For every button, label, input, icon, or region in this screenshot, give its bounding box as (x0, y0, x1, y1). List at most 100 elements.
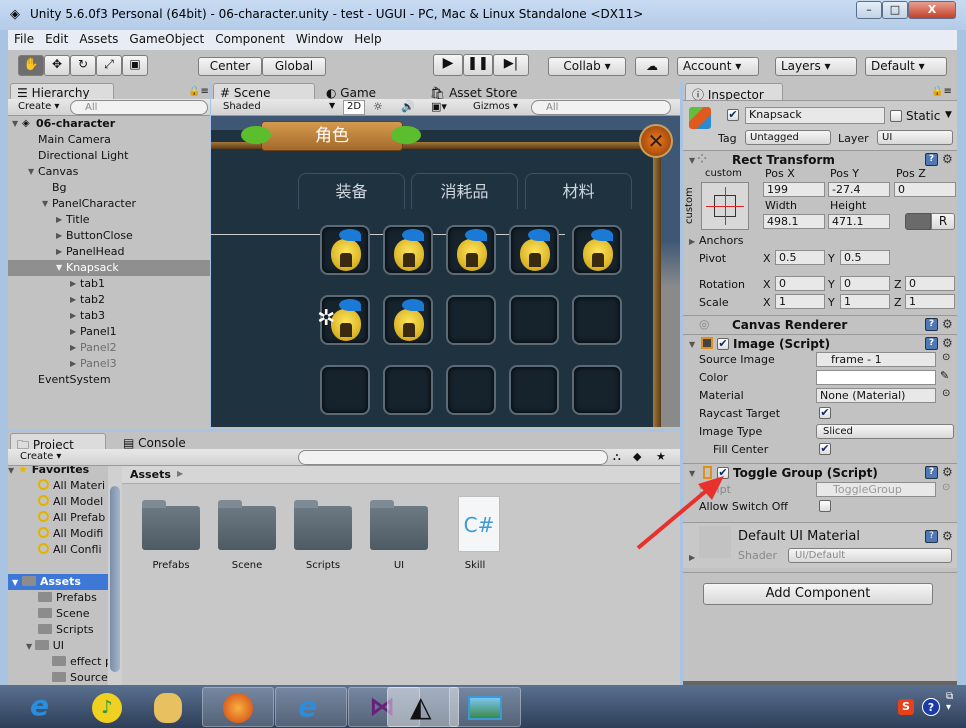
help-icon[interactable]: ? (925, 466, 938, 479)
help-tray-icon[interactable]: ? (922, 698, 940, 716)
breadcrumb-assets[interactable]: Assets (130, 468, 171, 481)
favorite-item[interactable]: All Model (8, 494, 108, 510)
source-image-field[interactable]: frame - 1 (816, 352, 936, 367)
hierarchy-item[interactable]: ▶ PanelHead (8, 244, 210, 260)
object-picker-icon[interactable]: ⊙ (942, 352, 950, 363)
tree-scrollbar[interactable] (108, 466, 122, 685)
allow-switch-off-checkbox[interactable] (819, 500, 831, 512)
scale-y-input[interactable]: 1 (840, 294, 890, 309)
internet-explorer-icon[interactable]: e (275, 687, 347, 727)
hierarchy-item[interactable]: ▶ Panel1 (8, 324, 210, 340)
lock-icon[interactable]: 🔒≡ (188, 86, 209, 97)
gear-icon[interactable]: ⚙ (942, 336, 953, 350)
pos-y-input[interactable]: -27.4 (828, 182, 890, 197)
scene-root[interactable]: ▼ ◈ 06-character (8, 116, 210, 132)
name-input[interactable]: Knapsack (745, 107, 885, 124)
raw-edit-button[interactable]: R (931, 213, 955, 230)
pause-button[interactable]: ❚❚ (463, 54, 493, 76)
internet-explorer-icon[interactable]: e (10, 687, 82, 727)
2d-toggle[interactable]: 2D (343, 100, 365, 115)
scrollbar-thumb[interactable] (110, 486, 120, 672)
gear-icon[interactable]: ⚙ (942, 152, 953, 166)
favorite-item[interactable]: All Materi (8, 478, 108, 494)
menu-edit[interactable]: Edit (39, 30, 73, 46)
material-field[interactable]: None (Material) (816, 388, 936, 403)
photo-viewer-icon[interactable] (449, 687, 521, 727)
pivot-center-button[interactable]: Center (198, 57, 262, 76)
rotate-tool-icon[interactable]: ↻ (70, 55, 96, 76)
tree-folder[interactable]: ▼ UI (8, 638, 108, 654)
toggle-group-enabled-checkbox[interactable]: ✔ (717, 467, 729, 479)
hierarchy-item[interactable]: ▶ ButtonClose (8, 228, 210, 244)
favorite-item[interactable]: All Modifi (8, 526, 108, 542)
filter-label-icon[interactable]: ◆ (633, 450, 641, 463)
hand-tool-icon[interactable]: ✋ (18, 55, 44, 76)
pos-x-input[interactable]: 199 (763, 182, 825, 197)
ime-tray-icon[interactable]: S (898, 699, 914, 715)
favorite-item[interactable]: All Confli (8, 542, 108, 558)
layers-dropdown[interactable]: Layers ▾ (775, 57, 857, 76)
hierarchy-search-input[interactable]: All (70, 100, 208, 115)
hierarchy-item[interactable]: Main Camera (8, 132, 210, 148)
image-type-dropdown[interactable]: Sliced (816, 424, 954, 439)
image-enabled-checkbox[interactable]: ✔ (717, 338, 729, 350)
gizmos-dropdown[interactable]: Gizmos ▾ (473, 101, 518, 112)
hierarchy-item[interactable]: EventSystem (8, 372, 210, 388)
rotation-z-input[interactable]: 0 (905, 276, 955, 291)
menu-component[interactable]: Component (209, 30, 290, 46)
hierarchy-item[interactable]: ▼ Canvas (8, 164, 210, 180)
anchor-preset-button[interactable] (701, 182, 749, 230)
object-picker-icon[interactable]: ⊙ (942, 388, 950, 399)
tree-folder[interactable]: Scripts (8, 622, 108, 638)
chevron-down-icon[interactable]: ▼ (945, 110, 952, 120)
eyedropper-icon[interactable]: ✎ (940, 369, 949, 382)
add-component-button[interactable]: Add Component (703, 583, 933, 605)
raycast-target-checkbox[interactable]: ✔ (819, 407, 831, 419)
favorite-star-icon[interactable]: ★ (656, 450, 666, 463)
pivot-x-input[interactable]: 0.5 (775, 250, 825, 265)
step-button[interactable]: ▶| (493, 54, 529, 76)
toggle-group-header[interactable]: ▼ ✔ Toggle Group (Script) ? ⚙ (683, 463, 957, 481)
canvas-renderer-header[interactable]: ◎ Canvas Renderer ? ⚙ (683, 315, 957, 333)
rect-tool-icon[interactable]: ▣ (122, 55, 148, 76)
fill-center-checkbox[interactable]: ✔ (819, 443, 831, 455)
menu-help[interactable]: Help (348, 30, 386, 46)
color-field[interactable] (816, 370, 936, 385)
play-button[interactable]: ▶ (433, 54, 463, 76)
menu-assets[interactable]: Assets (73, 30, 123, 46)
gear-icon[interactable]: ⚙ (942, 317, 953, 331)
layout-dropdown[interactable]: Default ▾ (865, 57, 947, 76)
shading-dropdown[interactable]: Shaded (223, 101, 261, 112)
hierarchy-item-selected[interactable]: ▼ Knapsack (8, 260, 210, 276)
static-checkbox[interactable] (890, 110, 902, 122)
width-input[interactable]: 498.1 (763, 214, 825, 229)
rotation-y-input[interactable]: 0 (840, 276, 890, 291)
gear-icon[interactable]: ⚙ (942, 529, 953, 543)
rect-transform-header[interactable]: ▼ ⁘ Rect Transform ? ⚙ (683, 150, 957, 168)
help-icon[interactable]: ? (925, 153, 938, 166)
scene-search-input[interactable]: All (531, 100, 671, 115)
pivot-y-input[interactable]: 0.5 (840, 250, 890, 265)
hierarchy-item[interactable]: Directional Light (8, 148, 210, 164)
maximize-button[interactable]: □ (882, 1, 908, 19)
scene-viewport[interactable]: 角色 ✕ 装备 消耗品 材料 ✲ (211, 116, 680, 427)
collab-button[interactable]: Collab ▾ (548, 57, 626, 76)
close-button[interactable]: X (908, 1, 956, 19)
blueprint-mode-button[interactable] (905, 213, 931, 230)
gear-icon[interactable]: ⚙ (942, 465, 953, 479)
hierarchy-item[interactable]: ▶ tab2 (8, 292, 210, 308)
favorites-node[interactable]: ▼ ★ Favorites (8, 466, 108, 478)
help-icon[interactable]: ? (925, 337, 938, 350)
rotation-x-input[interactable]: 0 (775, 276, 825, 291)
tree-folder[interactable]: Scene (8, 606, 108, 622)
hierarchy-item[interactable]: ▶ Panel2 (8, 340, 210, 356)
scale-tool-icon[interactable]: ⤢ (96, 55, 122, 76)
tab-inspector[interactable]: ⓘ Inspector (685, 83, 783, 102)
scale-z-input[interactable]: 1 (905, 294, 955, 309)
audio-icon[interactable]: 🔊 (401, 100, 415, 113)
tree-folder[interactable]: Source (8, 670, 108, 685)
height-input[interactable]: 471.1 (828, 214, 890, 229)
filter-type-icon[interactable]: ⛬ (613, 450, 621, 464)
layer-dropdown[interactable]: UI (877, 130, 953, 145)
tag-dropdown[interactable]: Untagged (745, 130, 831, 145)
